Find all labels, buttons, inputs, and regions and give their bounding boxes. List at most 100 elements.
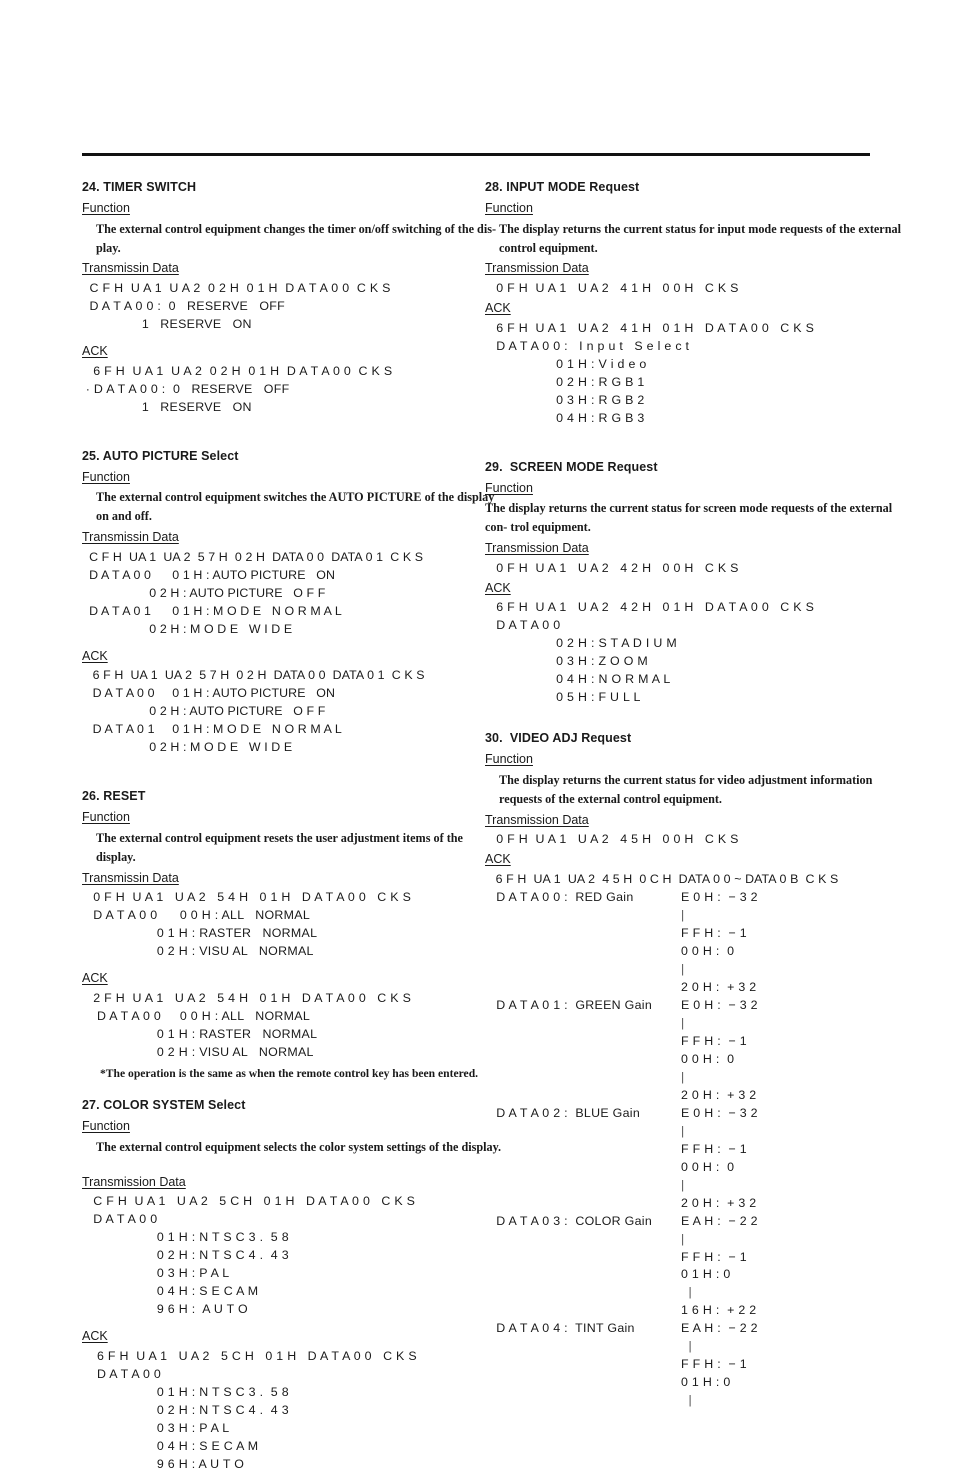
gain-row: 1 6 H : + 2 2 xyxy=(485,1302,905,1320)
section-title: 29. SCREEN MODE Request xyxy=(485,459,658,474)
function-description: The display returns the current status f… xyxy=(499,221,901,255)
section-reset: 26. RESET Function The external control … xyxy=(82,789,502,1082)
gain-value: 0 1 H : 0 xyxy=(681,1375,731,1390)
gain-row: 2 0 H : + 3 2 xyxy=(485,1087,905,1105)
gain-label xyxy=(485,943,681,961)
gain-value: F F H : − 1 xyxy=(681,1249,747,1264)
gain-value: F F H : − 1 xyxy=(681,925,747,940)
gain-label xyxy=(485,1392,681,1410)
range-continuation-bar: | xyxy=(681,961,685,976)
gain-value: 0 0 H : 0 xyxy=(681,943,735,958)
gain-label xyxy=(485,1302,681,1320)
range-continuation-bar: | xyxy=(681,1069,685,1084)
gain-row: 0 0 H : 0 xyxy=(485,1051,905,1069)
function-label: Function xyxy=(485,201,533,215)
gain-label xyxy=(485,1033,681,1051)
gain-label xyxy=(485,1087,681,1105)
gain-row: | xyxy=(485,1392,905,1410)
gain-row: D A T A 0 4 : TINT Gain E A H : − 2 2 xyxy=(485,1320,905,1338)
gain-label: D A T A 0 4 : TINT Gain xyxy=(485,1321,635,1336)
function-description: The external control equipment switches … xyxy=(96,490,495,524)
gain-label: D A T A 0 0 : RED Gain xyxy=(485,889,634,904)
transmission-data-label: Transmission Data xyxy=(485,261,589,276)
transmission-data-lines: C F H U A 1 U A 2 5 C H 0 1 H D A T A 0 … xyxy=(93,1194,416,1317)
section-title: 26. RESET xyxy=(82,789,146,804)
function-label: Function xyxy=(82,810,130,825)
gain-row: | xyxy=(485,1284,905,1302)
function-label: Function xyxy=(82,469,130,484)
gain-value: E A H : − 2 2 xyxy=(681,1321,758,1336)
transmission-data-lines: 0 F H U A 1 U A 2 5 4 H 0 1 H D A T A 0 … xyxy=(93,890,412,959)
range-continuation-bar: | xyxy=(681,1123,685,1138)
gain-row: 0 1 H : 0 xyxy=(485,1374,905,1392)
transmission-data-label: Transmissin Data xyxy=(82,870,179,885)
gain-row: 0 1 H : 0 xyxy=(485,1266,905,1284)
gain-value: F F H : − 1 xyxy=(681,1033,747,1048)
ack-lines: 6 F H UA 1 UA 2 5 7 H 0 2 H DATA 0 0 DAT… xyxy=(92,668,425,755)
transmission-data-lines: 0 F H U A 1 U A 2 4 5 H 0 0 H C K S xyxy=(485,832,739,847)
gain-label xyxy=(485,1249,681,1267)
section-title: 28. INPUT MODE Request xyxy=(485,180,640,194)
gain-row: F F H : − 1 xyxy=(485,925,905,943)
gain-value: 2 0 H : + 3 2 xyxy=(681,1195,757,1210)
gain-label xyxy=(485,979,681,997)
gain-label xyxy=(485,1123,681,1141)
gain-label xyxy=(485,1195,681,1213)
gain-row: 0 0 H : 0 xyxy=(485,943,905,961)
section-title: 25. AUTO PICTURE Select xyxy=(82,448,239,463)
document-page: 24. TIMER SWITCH Function The external c… xyxy=(0,0,954,1471)
section-timer-switch: 24. TIMER SWITCH Function The external c… xyxy=(82,180,502,417)
function-description: The external control equipment resets th… xyxy=(96,830,463,864)
gain-label xyxy=(485,1159,681,1177)
function-description: The display returns the current status f… xyxy=(485,501,893,535)
gain-value: 1 6 H : + 2 2 xyxy=(681,1303,757,1318)
gain-value: E A H : − 2 2 xyxy=(681,1213,758,1228)
ack-lines: 6 F H U A 1 U A 2 0 2 H 0 1 H D A T A 0 … xyxy=(85,363,393,414)
gain-value: 0 0 H : 0 xyxy=(681,1051,735,1066)
gain-row: | xyxy=(485,961,905,979)
transmission-data-label: Transmissin Data xyxy=(82,530,179,545)
function-label: Function xyxy=(485,480,533,495)
section-auto-picture-select: 25. AUTO PICTURE Select Function The ext… xyxy=(82,449,502,758)
gain-value: 0 0 H : 0 xyxy=(681,1159,735,1174)
ack-label: ACK xyxy=(485,852,511,867)
gain-value: E 0 H : − 3 2 xyxy=(681,997,758,1012)
gain-row: D A T A 0 3 : COLOR Gain E A H : − 2 2 xyxy=(485,1213,905,1231)
ack-label: ACK xyxy=(82,971,108,986)
gain-row: | xyxy=(485,1231,905,1249)
gain-value: F F H : − 1 xyxy=(681,1357,747,1372)
function-label: Function xyxy=(82,1119,130,1134)
gain-label xyxy=(485,1231,681,1249)
left-column: 24. TIMER SWITCH Function The external c… xyxy=(82,180,502,1476)
ack-label: ACK xyxy=(82,648,108,663)
gain-label xyxy=(485,1266,681,1284)
ack-lines: 6 F H U A 1 U A 2 4 2 H 0 1 H D A T A 0 … xyxy=(496,600,815,705)
gain-row: | xyxy=(485,1123,905,1141)
gain-row: D A T A 0 2 : BLUE Gain E 0 H : − 3 2 xyxy=(485,1105,905,1123)
ack-label: ACK xyxy=(485,580,511,595)
gain-row: D A T A 0 1 : GREEN Gain E 0 H : − 3 2 xyxy=(485,997,905,1015)
ack-label: ACK xyxy=(485,301,511,316)
gain-row: 0 0 H : 0 xyxy=(485,1159,905,1177)
transmission-data-lines: C F H U A 1 U A 2 0 2 H 0 1 H D A T A 0 … xyxy=(89,281,391,332)
gain-label xyxy=(485,925,681,943)
section-title: 24. TIMER SWITCH xyxy=(82,180,197,194)
gain-label: D A T A 0 1 : GREEN Gain xyxy=(485,997,653,1012)
gain-label xyxy=(485,961,681,979)
section-title: 30. VIDEO ADJ Request xyxy=(485,731,632,746)
gain-row: F F H : − 1 xyxy=(485,1141,905,1159)
gain-row: | xyxy=(485,1177,905,1195)
ack-lines: 6 F H U A 1 U A 2 5 C H 0 1 H D A T A 0 … xyxy=(96,1348,417,1471)
range-continuation-bar: | xyxy=(681,907,685,922)
range-continuation-bar: | xyxy=(681,1231,685,1246)
gain-label xyxy=(485,1069,681,1087)
gain-row: | xyxy=(485,1338,905,1356)
range-continuation-bar: | xyxy=(681,1393,693,1408)
section-input-mode-request: 28. INPUT MODE Request Function The disp… xyxy=(485,180,905,428)
function-description: The external control equipment changes t… xyxy=(96,221,497,255)
range-continuation-bar: | xyxy=(681,1339,693,1354)
gain-label: D A T A 0 2 : BLUE Gain xyxy=(485,1105,641,1120)
section-color-system-select: 27. COLOR SYSTEM Select Function The ext… xyxy=(82,1098,502,1474)
gain-label xyxy=(485,1284,681,1302)
header-divider-rule xyxy=(82,153,870,156)
